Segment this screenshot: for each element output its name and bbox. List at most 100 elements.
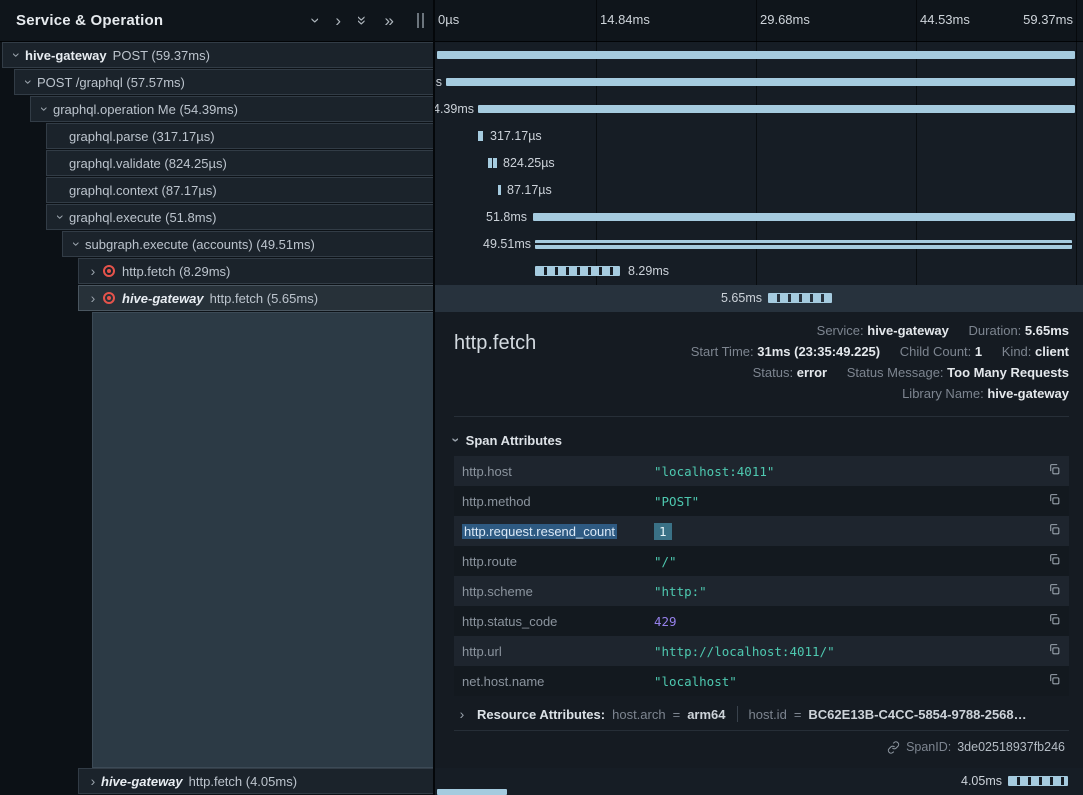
tree-header-actions: › › » » bbox=[313, 12, 424, 29]
panel-resize-handle[interactable] bbox=[417, 13, 424, 28]
copy-button[interactable] bbox=[1037, 643, 1061, 659]
attribute-row[interactable]: http.url "http://localhost:4011/" bbox=[454, 636, 1069, 666]
span-label: graphql.operation Me (54.39ms) bbox=[53, 102, 238, 117]
double-chevron-down-icon[interactable]: » bbox=[354, 16, 371, 25]
span-bar[interactable] bbox=[535, 240, 1072, 249]
span-bar-partial[interactable] bbox=[437, 789, 507, 795]
time-tick: 44.53ms bbox=[920, 12, 970, 27]
copy-button[interactable] bbox=[1037, 583, 1061, 599]
duration-label: 317.17µs bbox=[490, 123, 542, 150]
chevron-down-icon[interactable]: › bbox=[21, 74, 37, 90]
timeline-row: 87.17µs bbox=[434, 177, 1083, 204]
detail-footer: SpanID: 3de02518937fb246 bbox=[454, 730, 1069, 754]
span-bar[interactable] bbox=[498, 185, 501, 195]
service-name: hive-gateway bbox=[101, 774, 183, 789]
tree-row[interactable]: › graphql.operation Me (54.39ms) bbox=[30, 96, 434, 122]
span-attributes-toggle[interactable]: › Span Attributes bbox=[454, 425, 1069, 456]
attribute-value: "localhost:4011" bbox=[654, 464, 1037, 479]
attribute-key: http.scheme bbox=[462, 584, 654, 599]
copy-button[interactable] bbox=[1037, 613, 1061, 629]
attribute-row[interactable]: http.route "/" bbox=[454, 546, 1069, 576]
span-bar[interactable] bbox=[533, 213, 1075, 221]
tree-row[interactable]: › subgraph.execute (accounts) (49.51ms) bbox=[62, 231, 434, 257]
attribute-value: 1 bbox=[654, 524, 1037, 539]
panel-divider[interactable] bbox=[433, 0, 435, 795]
chevron-down-icon[interactable]: › bbox=[69, 236, 85, 252]
double-chevron-right-icon[interactable]: » bbox=[385, 12, 394, 29]
copy-button[interactable] bbox=[1037, 493, 1061, 509]
tree-row[interactable]: graphql.context (87.17µs) bbox=[46, 177, 434, 203]
attribute-row[interactable]: net.host.name "localhost" bbox=[454, 666, 1069, 696]
spanid-value: 3de02518937fb246 bbox=[957, 740, 1065, 754]
resource-key: host.arch bbox=[612, 707, 665, 722]
attribute-value: "POST" bbox=[654, 494, 1037, 509]
span-bar[interactable] bbox=[488, 158, 497, 168]
tree-row[interactable]: › hive-gateway http.fetch (4.05ms) bbox=[78, 768, 434, 794]
attribute-value: "http:" bbox=[654, 584, 1037, 599]
tree-row[interactable]: › POST /graphql (57.57ms) bbox=[14, 69, 434, 95]
span-label: graphql.execute (51.8ms) bbox=[69, 210, 216, 225]
span-bar[interactable] bbox=[478, 105, 1075, 113]
span-bar[interactable] bbox=[446, 78, 1075, 86]
start-time-value: 31ms (23:35:49.225) bbox=[757, 344, 880, 359]
span-bar[interactable] bbox=[1008, 776, 1068, 786]
section-title: Span Attributes bbox=[466, 433, 562, 448]
span-bar[interactable] bbox=[535, 266, 620, 276]
time-tick: 14.84ms bbox=[600, 12, 650, 27]
tree-row[interactable]: graphql.validate (824.25µs) bbox=[46, 150, 434, 176]
service-name: hive-gateway bbox=[25, 48, 107, 63]
tree-row[interactable]: graphql.parse (317.17µs) bbox=[46, 123, 434, 149]
divider bbox=[737, 706, 738, 722]
chevron-right-icon[interactable]: › bbox=[85, 263, 101, 279]
timeline-row: 4.05ms bbox=[434, 768, 1083, 795]
attribute-row[interactable]: http.method "POST" bbox=[454, 486, 1069, 516]
attribute-row[interactable]: http.host "localhost:4011" bbox=[454, 456, 1069, 486]
divider bbox=[454, 416, 1069, 417]
span-bar[interactable] bbox=[478, 131, 483, 141]
service-name: hive-gateway bbox=[122, 291, 204, 306]
attribute-value: 429 bbox=[654, 614, 1037, 629]
resource-attributes-row[interactable]: › Resource Attributes: host.arch = arm64… bbox=[454, 706, 1069, 722]
chevron-right-icon[interactable]: › bbox=[335, 12, 341, 29]
resource-key: host.id bbox=[749, 707, 787, 722]
duration-label: 8.29ms bbox=[628, 258, 669, 285]
span-detail-panel: http.fetch Service: hive-gateway Duratio… bbox=[434, 312, 1083, 768]
span-attributes-table: http.host "localhost:4011" http.method "… bbox=[454, 456, 1069, 696]
span-bar[interactable] bbox=[768, 293, 832, 303]
chevron-down-icon[interactable]: › bbox=[9, 47, 25, 63]
span-name-title: http.fetch bbox=[454, 332, 536, 355]
span-metadata: Service: hive-gateway Duration: 5.65ms S… bbox=[691, 320, 1069, 404]
chevron-right-icon[interactable]: › bbox=[85, 290, 101, 306]
resource-value: arm64 bbox=[687, 707, 725, 722]
chevron-down-icon[interactable]: › bbox=[37, 101, 53, 117]
kind-value: client bbox=[1035, 344, 1069, 359]
chevron-down-icon[interactable]: › bbox=[307, 18, 324, 24]
attribute-row[interactable]: http.status_code 429 bbox=[454, 606, 1069, 636]
timeline-row-selected[interactable]: 5.65ms bbox=[434, 285, 1083, 312]
timeline-row: 8.29ms bbox=[434, 258, 1083, 285]
copy-button[interactable] bbox=[1037, 553, 1061, 569]
chevron-right-icon[interactable]: › bbox=[85, 773, 101, 789]
span-label: POST /graphql (57.57ms) bbox=[37, 75, 185, 90]
chevron-right-icon: › bbox=[454, 706, 470, 722]
copy-button[interactable] bbox=[1037, 463, 1061, 479]
duration-label: 4.05ms bbox=[961, 768, 1002, 795]
span-label: http.fetch (5.65ms) bbox=[210, 291, 318, 306]
link-icon[interactable] bbox=[887, 741, 900, 754]
chevron-down-icon[interactable]: › bbox=[53, 209, 69, 225]
attribute-row[interactable]: http.scheme "http:" bbox=[454, 576, 1069, 606]
timeline-row: 57.57ms bbox=[434, 69, 1083, 96]
tree-row[interactable]: › graphql.execute (51.8ms) bbox=[46, 204, 434, 230]
duration-label: 57.57ms bbox=[434, 69, 442, 96]
copy-button[interactable] bbox=[1037, 673, 1061, 689]
tree-row-selected[interactable]: › hive-gateway http.fetch (5.65ms) bbox=[78, 285, 434, 311]
tree-row[interactable]: › http.fetch (8.29ms) bbox=[78, 258, 434, 284]
span-label: POST (59.37ms) bbox=[113, 48, 210, 63]
copy-button[interactable] bbox=[1037, 523, 1061, 539]
span-label: graphql.parse (317.17µs) bbox=[69, 129, 215, 144]
attribute-row-highlighted[interactable]: http.request.resend_count 1 bbox=[454, 516, 1069, 546]
tree-row[interactable]: › hive-gateway POST (59.37ms) bbox=[2, 42, 434, 68]
timeline-panel: 0µs 14.84ms 29.68ms 44.53ms 59.37ms 57.5… bbox=[434, 0, 1083, 795]
span-bar[interactable] bbox=[437, 51, 1075, 59]
equals-sign: = bbox=[673, 707, 681, 722]
